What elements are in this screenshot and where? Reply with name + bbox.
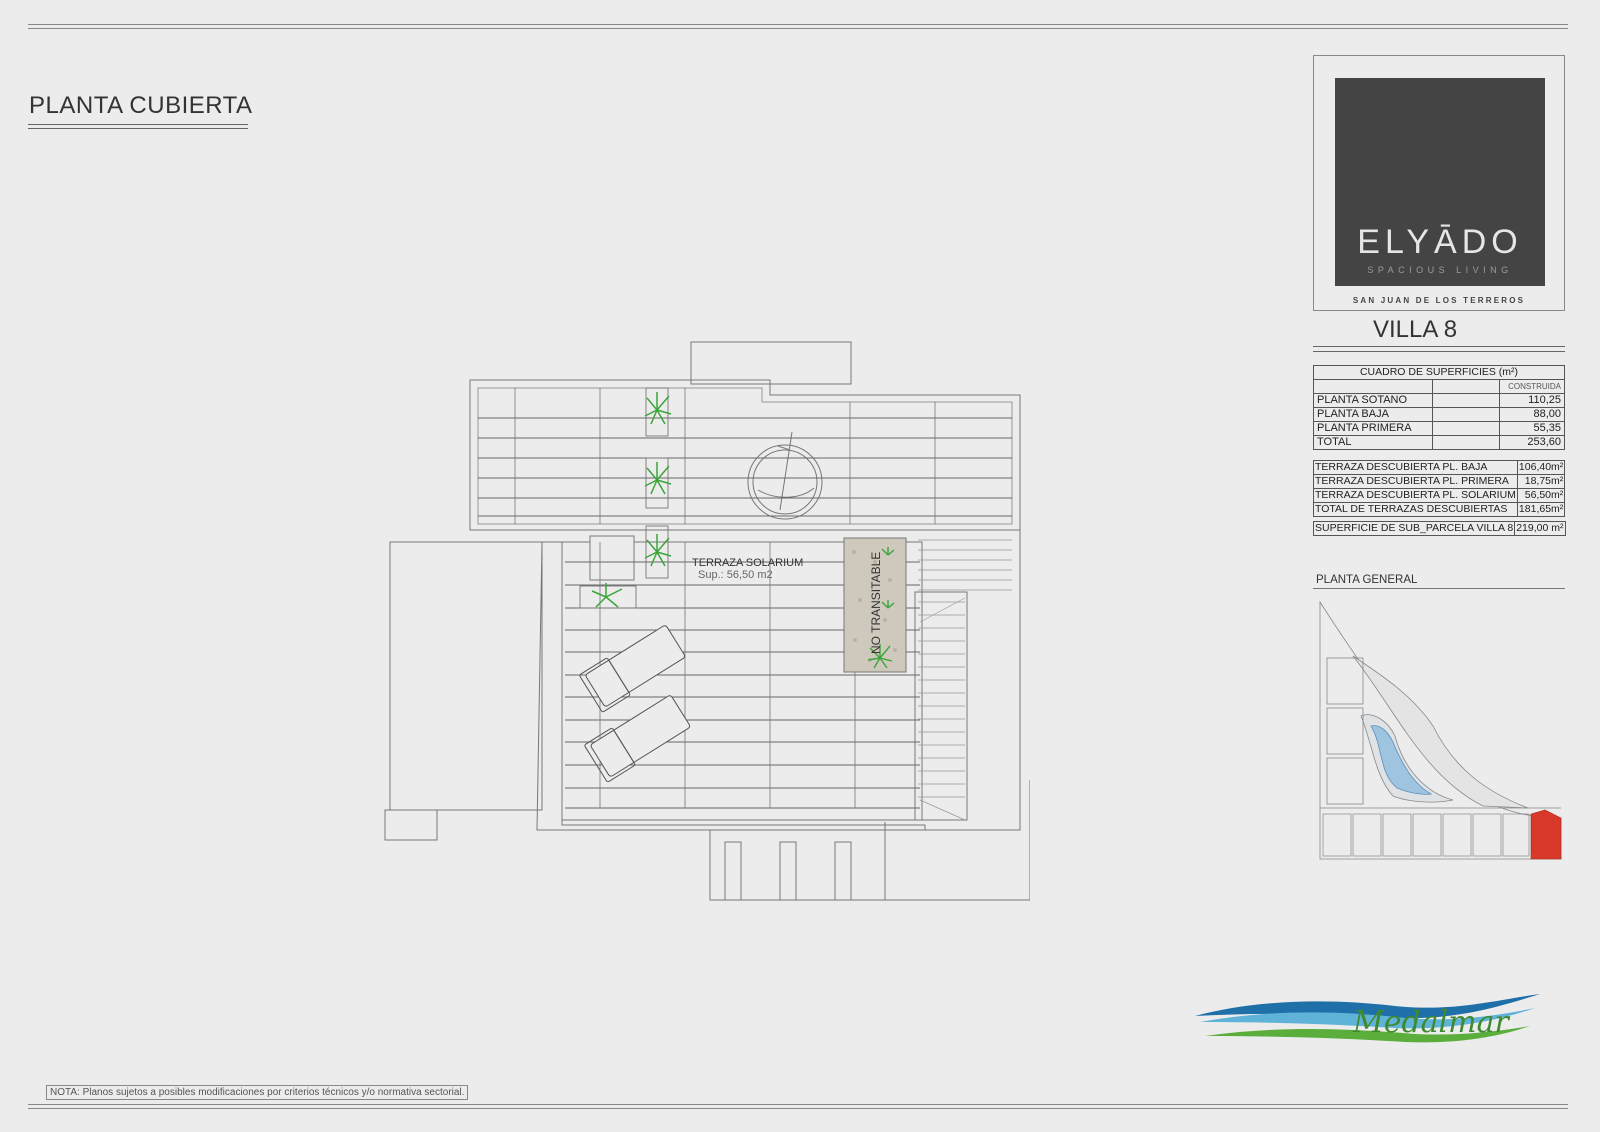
roof-floor-plan: TERRAZA SOLARIUM Sup.: 56,50 m2 NO TRANS…: [384, 341, 1030, 901]
villa-underline: [1313, 346, 1565, 347]
general-plan-underline: [1313, 588, 1565, 589]
table-row: PLANTA PRIMERA 55,35: [1313, 421, 1565, 436]
general-plan-map: [1319, 600, 1562, 860]
surfaces-heading: CUADRO DE SUPERFICIES (m²): [1313, 365, 1565, 380]
brand-tagline: SPACIOUS LIVING: [1367, 265, 1513, 275]
title-underline: [28, 124, 248, 125]
non-walkable-label: NO TRANSITABLE: [869, 552, 883, 654]
table-row: TERRAZA DESCUBIERTA PL. BAJA 106,40m²: [1313, 460, 1566, 475]
table-row: TOTAL DE TERRAZAS DESCUBIERTAS 181,65m²: [1313, 502, 1566, 517]
general-plan-label: PLANTA GENERAL: [1316, 574, 1418, 586]
table-row: TERRAZA DESCUBIERTA PL. PRIMERA 18,75m²: [1313, 474, 1566, 489]
terrace-area: Sup.: 56,50 m2: [698, 569, 773, 581]
table-row: SUPERFICIE DE SUB_PARCELA VILLA 8 219,00 …: [1312, 521, 1566, 536]
villa-label: VILLA 8: [1373, 316, 1458, 343]
top-rule: [28, 28, 1568, 29]
brand-name: ELYĀDO: [1357, 223, 1523, 261]
table-row: TERRAZA DESCUBIERTA PL. SOLARIUM 56,50m²: [1313, 488, 1566, 503]
parcel-table: SUPERFICIE DE SUB_PARCELA VILLA 8 219,00 …: [1312, 521, 1566, 536]
brand-logo-frame: ELYĀDO SPACIOUS LIVING SAN JUAN DE LOS T…: [1313, 55, 1565, 311]
sheet-title: PLANTA CUBIERTA: [29, 92, 253, 119]
developer-name: Medalmar: [1352, 1005, 1510, 1040]
bottom-rule: [28, 1108, 1568, 1109]
medalmar-logo: Medalmar: [1195, 994, 1540, 1043]
table-row: PLANTA SOTANO 110,25: [1313, 393, 1565, 408]
surfaces-table: CUADRO DE SUPERFICIES (m²) CONSTRUIDA PL…: [1313, 365, 1565, 450]
bottom-rule: [28, 1104, 1568, 1105]
table-row: TOTAL 253,60: [1313, 435, 1565, 450]
surfaces-column: CONSTRUIDA: [1499, 379, 1565, 394]
villa-underline: [1313, 351, 1565, 352]
terrace-name: TERRAZA SOLARIUM: [692, 557, 803, 569]
brand-location: SAN JUAN DE LOS TERREROS: [1352, 296, 1526, 305]
top-rule: [28, 24, 1568, 25]
terraces-table: TERRAZA DESCUBIERTA PL. BAJA 106,40m² TER…: [1313, 460, 1566, 517]
disclaimer-note: NOTA: Planos sujetos a posibles modifica…: [46, 1085, 469, 1100]
villa-8-plot: [1530, 809, 1562, 860]
title-underline: [28, 128, 248, 129]
brand-logo: ELYĀDO SPACIOUS LIVING: [1335, 78, 1545, 286]
table-row: PLANTA BAJA 88,00: [1313, 407, 1565, 422]
